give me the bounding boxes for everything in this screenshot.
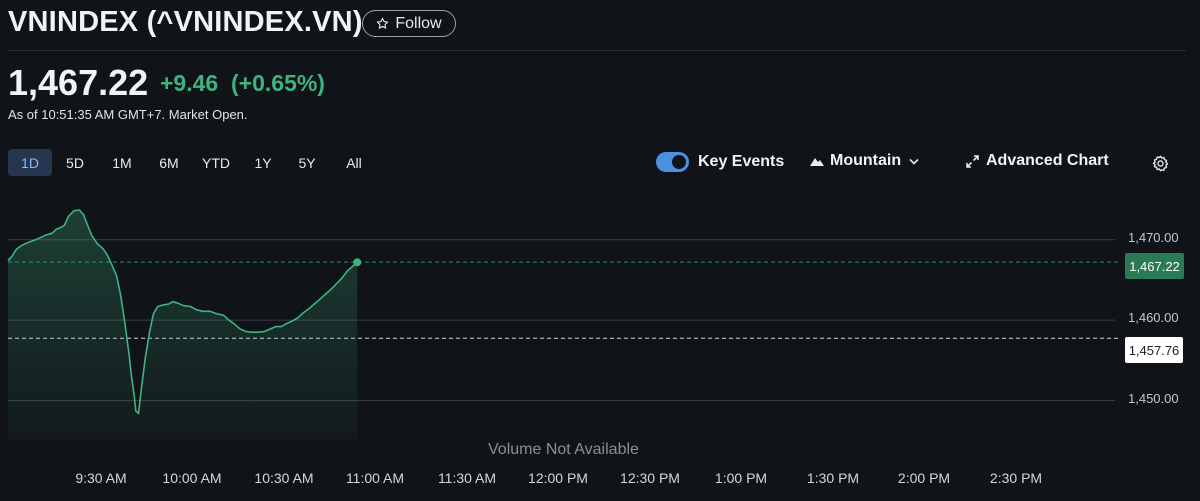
chart-style-label: Mountain bbox=[830, 152, 902, 169]
range-1m[interactable]: 1M bbox=[100, 149, 144, 176]
x-tick-label: 1:00 PM bbox=[714, 470, 768, 486]
x-tick-label: 11:30 AM bbox=[437, 470, 497, 486]
range-1y[interactable]: 1Y bbox=[241, 149, 285, 176]
price-change: +9.46 bbox=[160, 70, 219, 96]
price-area-fill bbox=[8, 210, 358, 440]
range-1d[interactable]: 1D bbox=[8, 149, 52, 176]
expand-icon bbox=[966, 154, 979, 168]
x-tick-label: 11:00 AM bbox=[345, 470, 405, 486]
advanced-chart-button[interactable]: Advanced Chart bbox=[966, 152, 1109, 170]
chart-style-dropdown[interactable]: Mountain bbox=[810, 152, 919, 170]
price-chart bbox=[7, 209, 1118, 440]
page-title: VNINDEX (^VNINDEX.VN) bbox=[8, 6, 363, 38]
y-tick-label: 1,470.00 bbox=[1128, 229, 1179, 245]
time-range-selector: 1D 5D 1M 6M YTD 1Y 5Y All bbox=[8, 149, 376, 176]
key-events-label: Key Events bbox=[698, 153, 785, 170]
current-price: 1,467.22 bbox=[8, 62, 149, 103]
gear-icon[interactable] bbox=[1151, 154, 1170, 173]
x-tick-label: 10:00 AM bbox=[162, 470, 222, 486]
x-tick-label: 9:30 AM bbox=[75, 470, 127, 486]
market-status: As of 10:51:35 AM GMT+7. Market Open. bbox=[8, 107, 248, 122]
previous-close-badge: 1,457.76 bbox=[1125, 337, 1183, 363]
range-ytd[interactable]: YTD bbox=[194, 149, 238, 176]
toggle-switch[interactable] bbox=[656, 152, 689, 172]
volume-note: Volume Not Available bbox=[488, 441, 639, 458]
current-price-badge: 1,467.22 bbox=[1125, 253, 1184, 279]
range-6m[interactable]: 6M bbox=[147, 149, 191, 176]
follow-button[interactable]: Follow bbox=[362, 10, 456, 37]
mountain-icon bbox=[810, 158, 824, 166]
x-tick-label: 12:00 PM bbox=[528, 470, 588, 486]
follow-label: Follow bbox=[395, 14, 442, 32]
x-tick-label: 12:30 PM bbox=[620, 470, 680, 486]
x-tick-label: 1:30 PM bbox=[806, 470, 860, 486]
y-tick-label: 1,450.00 bbox=[1128, 390, 1179, 406]
price-change-percent: (+0.65%) bbox=[231, 70, 325, 96]
x-tick-label: 2:00 PM bbox=[897, 470, 951, 486]
x-tick-label: 10:30 AM bbox=[254, 470, 314, 486]
advanced-chart-label: Advanced Chart bbox=[986, 152, 1109, 169]
x-tick-label: 2:30 PM bbox=[989, 470, 1043, 486]
key-events-toggle[interactable]: Key Events bbox=[656, 152, 784, 172]
star-outline-icon bbox=[377, 17, 389, 29]
chevron-down-icon bbox=[909, 158, 919, 165]
y-tick-label: 1,460.00 bbox=[1128, 310, 1179, 326]
header-divider bbox=[8, 50, 1186, 51]
range-5d[interactable]: 5D bbox=[53, 149, 97, 176]
range-all[interactable]: All bbox=[332, 149, 376, 176]
last-price-marker bbox=[353, 258, 362, 267]
range-5y[interactable]: 5Y bbox=[285, 149, 329, 176]
